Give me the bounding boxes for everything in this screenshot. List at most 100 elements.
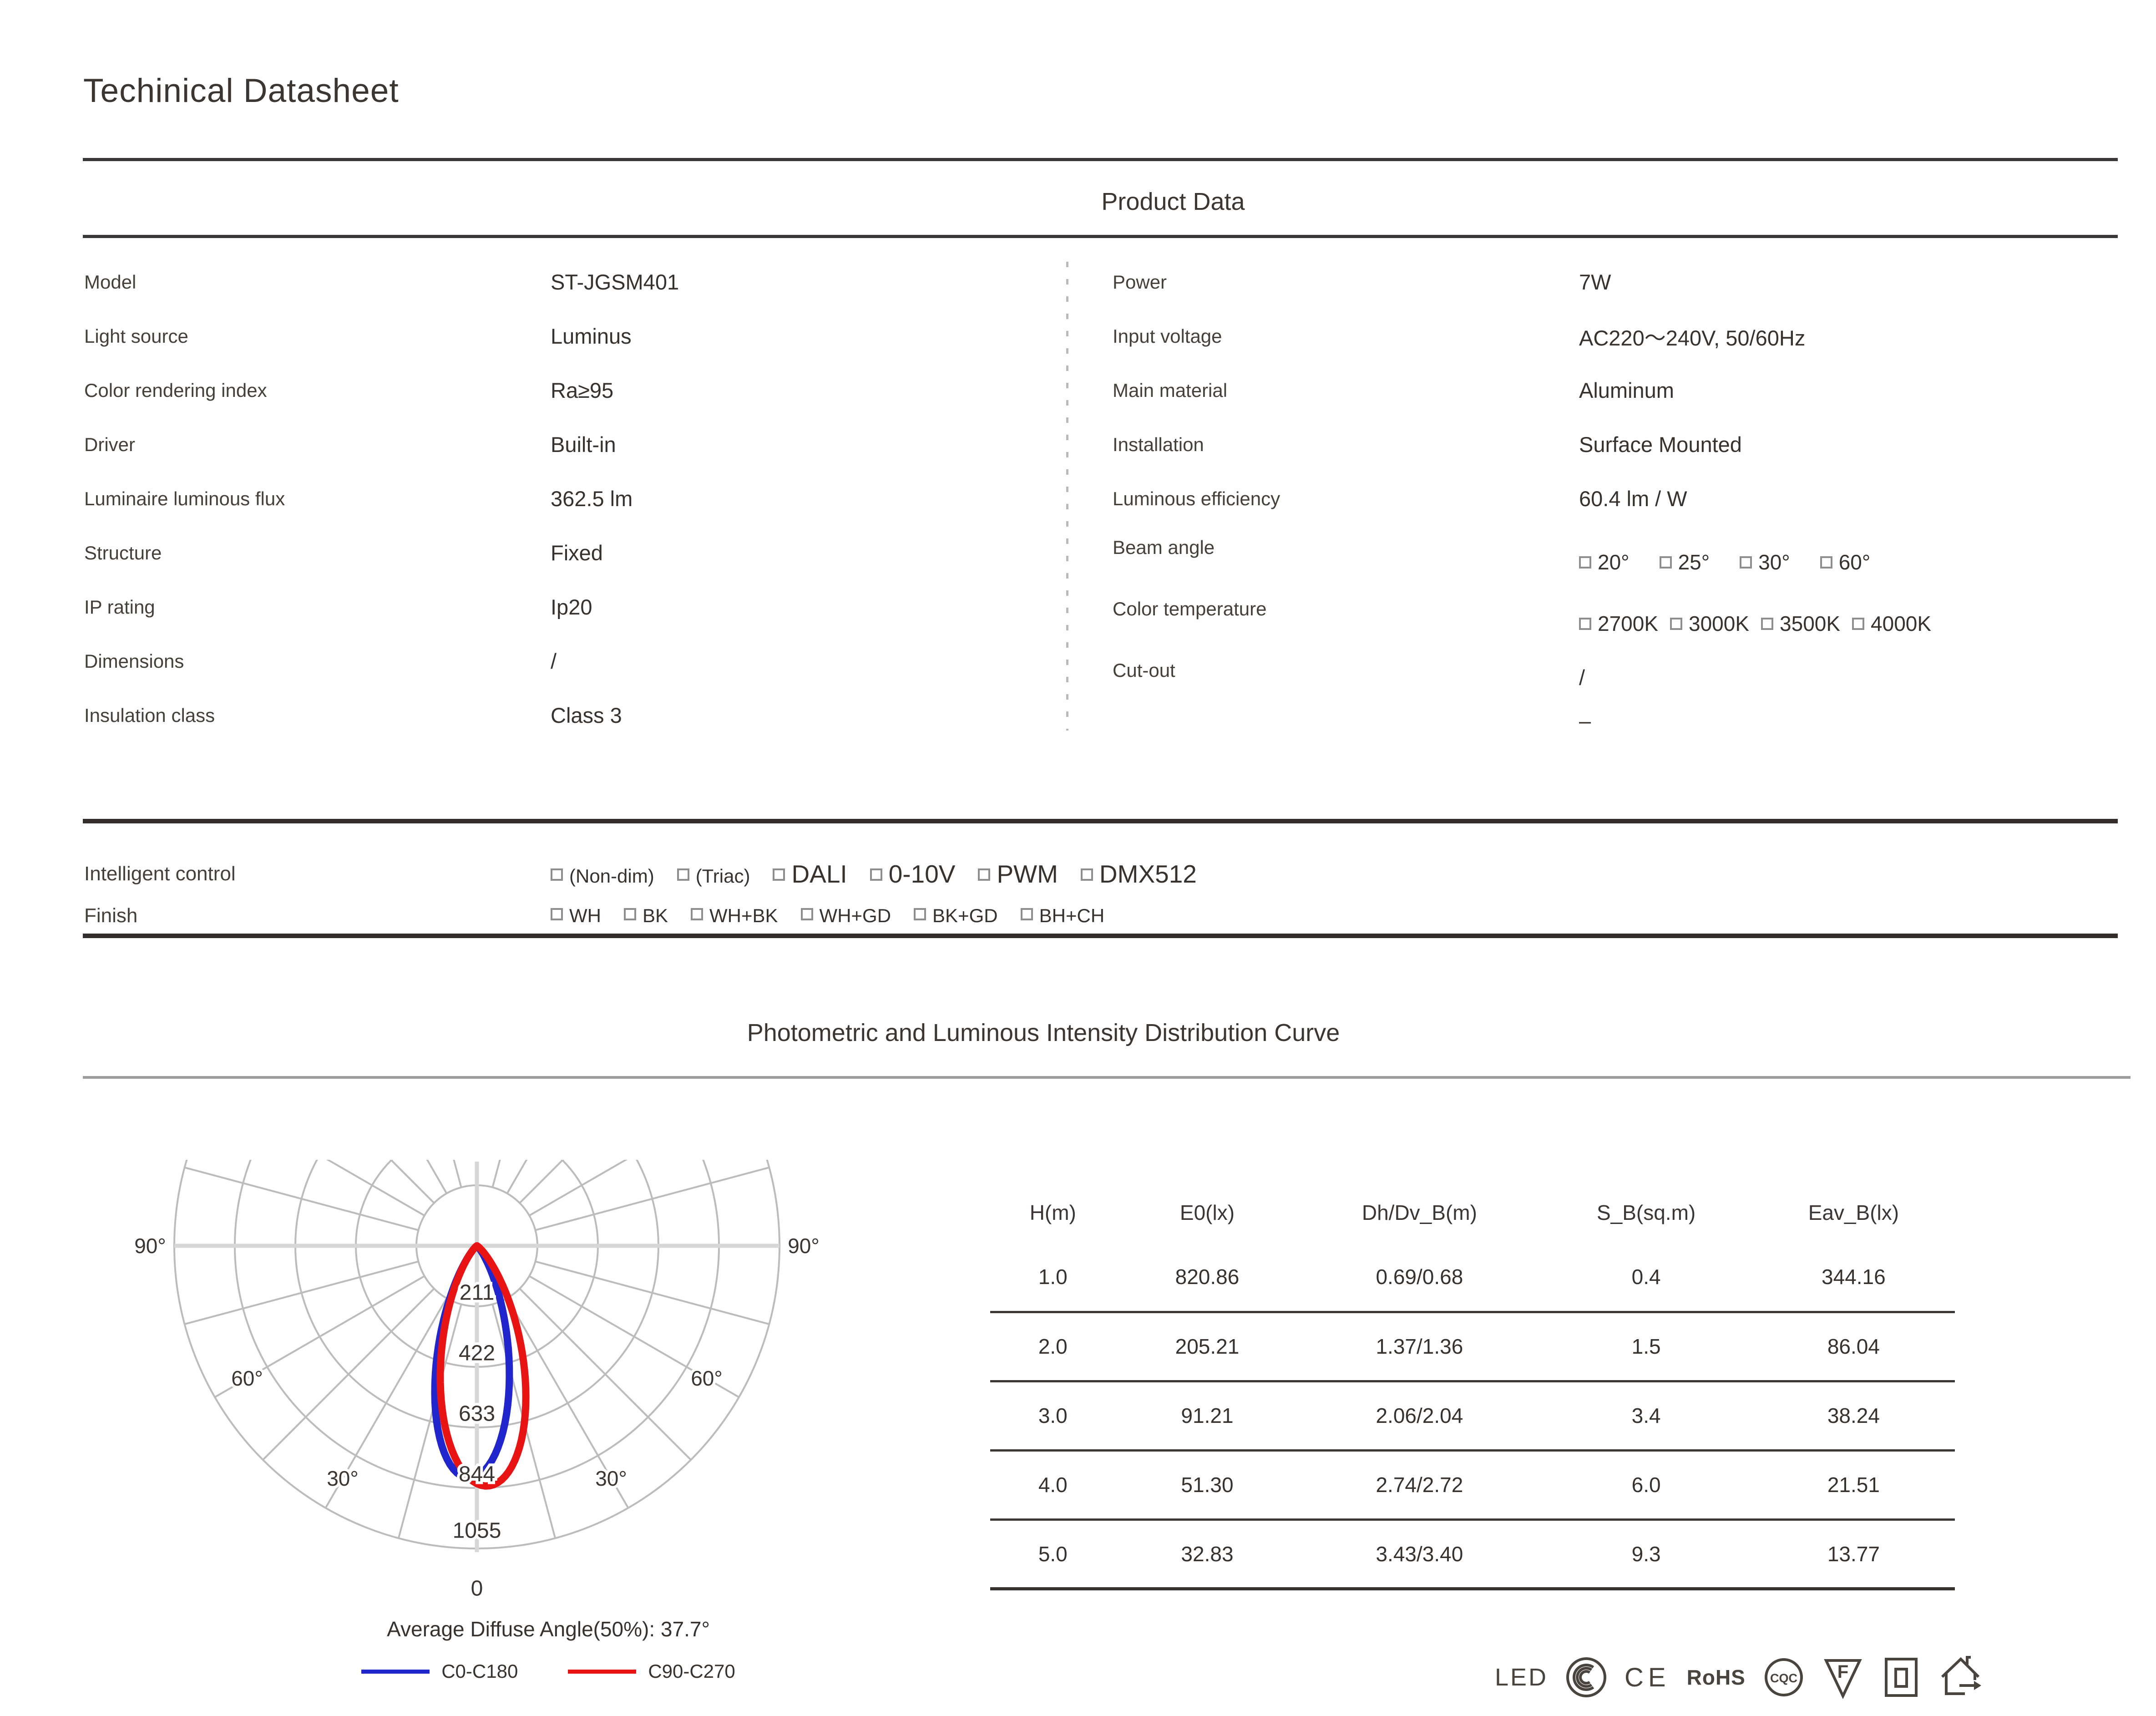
table-cell: 38.24 [1752, 1381, 1955, 1450]
section-title-product-data: Product Data [83, 188, 2118, 216]
table-cell: 3.4 [1540, 1381, 1752, 1450]
checkbox-icon[interactable] [914, 908, 926, 920]
checkbox-option-label: WH+GD [820, 905, 891, 926]
checkbox-icon[interactable] [1021, 908, 1033, 920]
checkbox-icon[interactable] [1579, 556, 1591, 569]
radial-tick-label: 422 [459, 1341, 495, 1366]
checkbox-icon[interactable] [1740, 556, 1752, 569]
checkbox-option: 4000K [1852, 612, 1931, 635]
finish-options: WHBKWH+BKWH+GDBK+GDBH+CH [551, 905, 1127, 927]
spec-row: Insulation classClass 3 [84, 688, 1049, 742]
table-row: 1.0820.860.69/0.680.4344.16 [990, 1243, 1955, 1312]
spec-label: Color temperature [1113, 587, 1579, 620]
chart-caption: Average Diffuse Angle(50%): 37.7° [196, 1617, 901, 1641]
spec-row: Power7W [1113, 255, 2132, 309]
checkbox-icon[interactable] [1670, 618, 1682, 630]
checkbox-option-label: DALI [791, 860, 847, 888]
legend-swatch [361, 1670, 430, 1674]
checkbox-option-label: 30° [1758, 550, 1790, 574]
spec-row: InstallationSurface Mounted [1113, 417, 2132, 472]
chart-legend: C0-C180 C90-C270 [246, 1660, 851, 1682]
checkbox-option-label: 3000K [1689, 612, 1749, 635]
table-cell: 32.83 [1116, 1519, 1299, 1589]
table-header: H(m)E0(lx)Dh/Dv_B(m)S_B(sq.m)Eav_B(lx) [990, 1183, 1955, 1243]
checkbox-icon[interactable] [1852, 618, 1864, 630]
spec-value: 60.4 lm / W [1579, 486, 1687, 511]
checkbox-option: 30° [1740, 550, 1790, 574]
table-column-header: Dh/Dv_B(m) [1299, 1183, 1540, 1243]
table-cell: 2.0 [990, 1312, 1116, 1381]
spec-row: DriverBuilt-in [84, 417, 1049, 472]
spec-label: Luminous efficiency [1113, 488, 1579, 510]
f-triangle-icon: F [1822, 1655, 1864, 1699]
legend-label: C0-C180 [441, 1660, 518, 1682]
finish-label: Finish [84, 904, 551, 927]
checkbox-option: (Non-dim) [551, 865, 654, 887]
table-row: 5.032.833.43/3.409.313.77 [990, 1519, 1955, 1589]
table-cell: 1.5 [1540, 1312, 1752, 1381]
checkbox-icon[interactable] [801, 908, 813, 920]
checkbox-icon[interactable] [978, 868, 990, 881]
checkbox-option-label: 25° [1678, 550, 1710, 574]
checkbox-option: BH+CH [1021, 905, 1105, 926]
checkbox-icon[interactable] [691, 908, 703, 920]
checkbox-icon[interactable] [1820, 556, 1832, 569]
checkbox-icon[interactable] [1660, 556, 1672, 569]
checkbox-option-label: (Non-dim) [569, 865, 654, 887]
checkbox-icon[interactable] [1761, 618, 1773, 630]
divider-photometric [83, 1076, 2131, 1079]
legend-item: C90-C270 [568, 1660, 735, 1682]
checkbox-icon[interactable] [551, 868, 563, 881]
spec-row: Dimensions/ [84, 634, 1049, 688]
spec-row: Color rendering indexRa≥95 [84, 363, 1049, 417]
spec-label: Dimensions [84, 650, 551, 672]
checkbox-option: BK+GD [914, 905, 998, 926]
checkbox-option-label: 20° [1598, 550, 1630, 574]
table-cell: 86.04 [1752, 1312, 1955, 1381]
cqc-icon: CQC [1762, 1655, 1806, 1699]
checkbox-icon[interactable] [870, 868, 882, 881]
spec-value: Ra≥95 [551, 378, 613, 403]
table-column-header: Eav_B(lx) [1752, 1183, 1955, 1243]
spec-label: Cut-out [1113, 649, 1579, 681]
spec-label: Beam angle [1113, 526, 1579, 558]
checkbox-option: (Triac) [677, 865, 750, 887]
checkbox-option: 3000K [1670, 612, 1749, 635]
checkbox-option: BK [624, 905, 668, 926]
checkbox-icon[interactable] [1579, 618, 1591, 630]
checkbox-option-label: WH [569, 905, 601, 926]
spec-row: IP ratingIp20 [84, 580, 1049, 634]
table-column-header: S_B(sq.m) [1540, 1183, 1752, 1243]
checkbox-icon[interactable] [1081, 868, 1093, 881]
section-title-photometric: Photometric and Luminous Intensity Distr… [83, 1019, 2118, 1047]
table-cell: 9.3 [1540, 1519, 1752, 1589]
radial-tick-label: 211 [460, 1281, 495, 1305]
checkbox-icon[interactable] [624, 908, 636, 920]
divider-controls-bottom [83, 934, 2118, 938]
intelligent-control-label: Intelligent control [84, 863, 551, 885]
checkbox-option-label: DMX512 [1099, 860, 1197, 888]
indoor-use-icon [1938, 1655, 1984, 1700]
angle-label-right-90: 90° [788, 1234, 820, 1258]
checkbox-icon[interactable] [773, 868, 785, 881]
table-cell: 0.4 [1540, 1243, 1752, 1312]
table-row: 3.091.212.06/2.043.438.24 [990, 1381, 1955, 1450]
illuminance-table: H(m)E0(lx)Dh/Dv_B(m)S_B(sq.m)Eav_B(lx) 1… [990, 1183, 1955, 1590]
spec-column-left: ModelST-JGSM401Light sourceLuminusColor … [84, 255, 1049, 742]
table-cell: 3.43/3.40 [1299, 1519, 1540, 1589]
checkbox-icon[interactable] [551, 908, 563, 920]
spec-row: Input voltageAC220～240V, 50/60Hz [1113, 309, 2132, 363]
angle-label-right-60: 60° [691, 1366, 723, 1390]
table-cell: 13.77 [1752, 1519, 1955, 1589]
table-cell: 4.0 [990, 1450, 1116, 1519]
checkbox-icon[interactable] [677, 868, 689, 881]
radial-tick-label: 844 [459, 1462, 495, 1487]
spec-value-line: / [1579, 667, 1591, 688]
checkbox-option-label: BK [643, 905, 668, 926]
spec-row: Beam angle20°25°30°60° [1113, 526, 2132, 587]
table-cell: 820.86 [1116, 1243, 1299, 1312]
spec-label: Driver [84, 434, 551, 456]
column-divider-dotted [1066, 262, 1068, 731]
legend-item: C0-C180 [361, 1660, 518, 1682]
radial-tick-label: 633 [459, 1402, 495, 1426]
